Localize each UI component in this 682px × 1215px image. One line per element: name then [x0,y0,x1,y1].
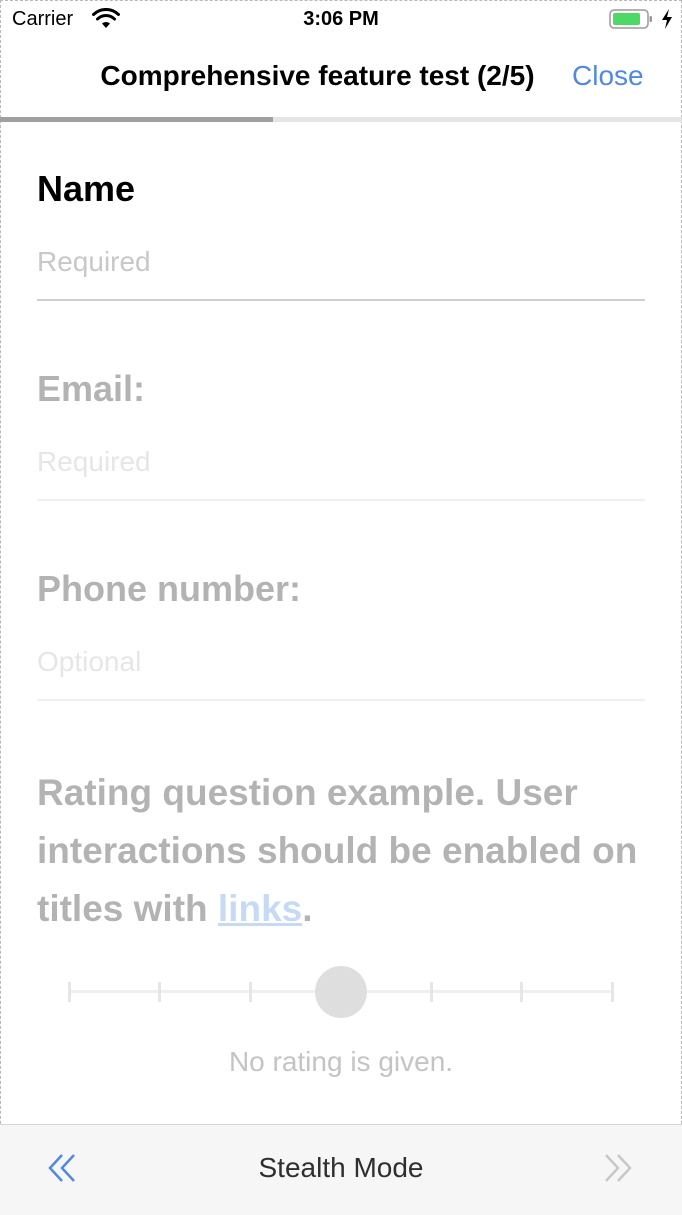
page-title: Comprehensive feature test (2/5) [100,60,535,91]
email-field[interactable] [37,446,645,478]
email-divider [37,499,645,501]
battery-icon [609,9,652,29]
slider-tick [520,982,523,1002]
name-divider [37,299,645,301]
phone-label: Phone number: [37,568,302,609]
close-button[interactable]: Close [572,60,644,92]
slider-tick [611,982,614,1002]
email-label: Email: [37,368,146,409]
name-label: Name [37,168,136,209]
slider-tick [430,982,433,1002]
slider-tick [158,982,161,1002]
progress-bar [0,117,682,122]
rating-question-text: Rating question example. User interactio… [37,772,638,929]
rating-slider[interactable] [68,966,614,1018]
phone-divider [37,699,645,701]
question-link[interactable]: links [218,888,302,929]
slider-tick [249,982,252,1002]
rating-question: Rating question example. User interactio… [37,764,647,938]
charging-bolt-icon [662,9,672,29]
name-field[interactable] [37,246,645,278]
slider-thumb[interactable] [315,966,367,1018]
bottom-toolbar: Stealth Mode [0,1124,682,1215]
progress-fill [0,117,273,122]
rating-question-end: . [302,888,313,929]
slider-tick [68,982,71,1002]
rating-status: No rating is given. [228,1046,454,1077]
toolbar-title: Stealth Mode [258,1152,424,1183]
phone-field[interactable] [37,646,645,678]
status-time: 3:06 PM [303,8,379,30]
status-bar: Carrier 3:06 PM [0,0,682,40]
double-chevron-right-icon[interactable] [600,1151,634,1185]
